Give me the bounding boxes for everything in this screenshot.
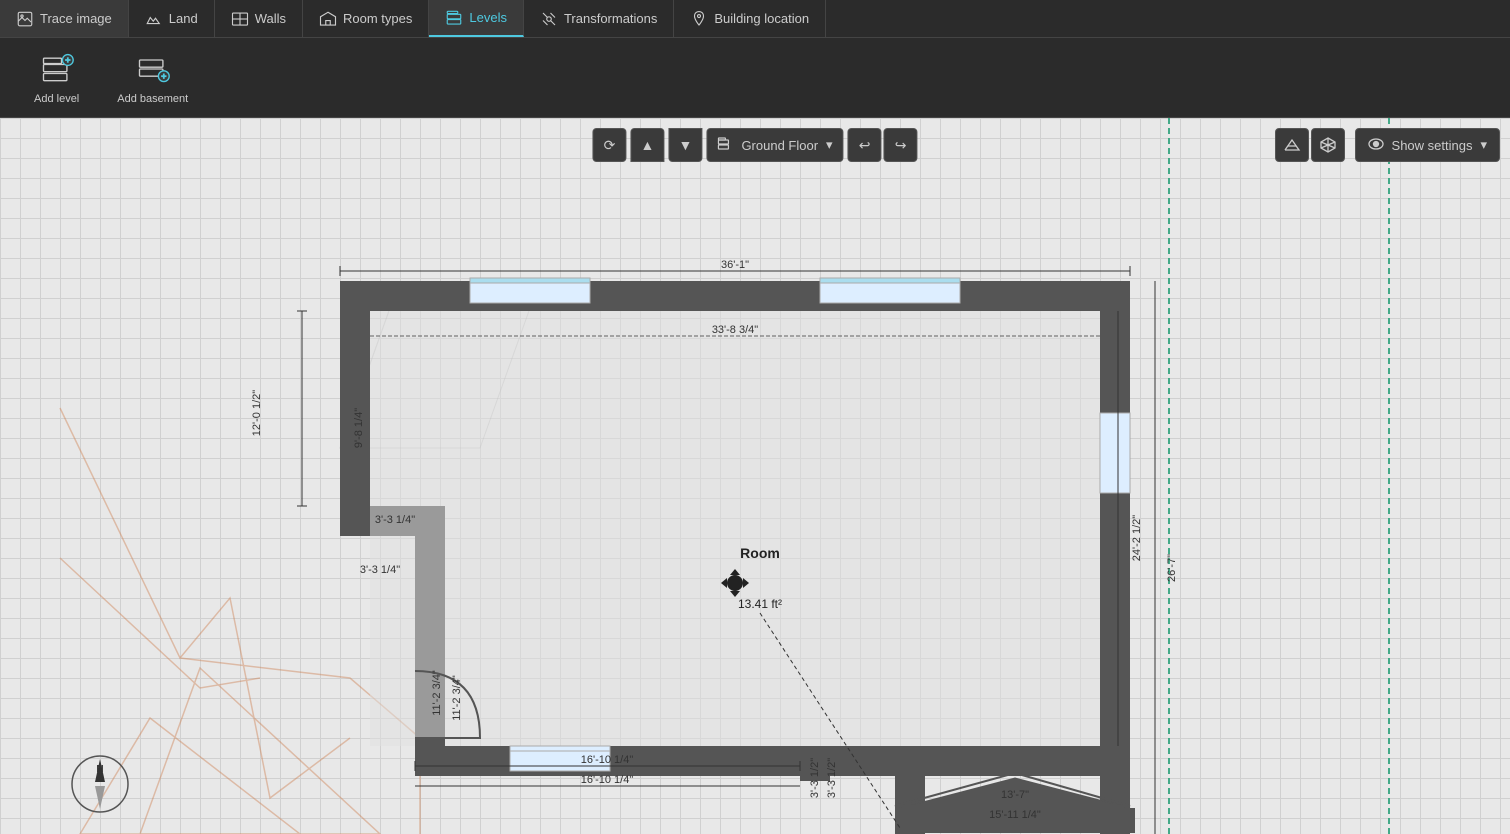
room-area: 13.41 ft² bbox=[738, 597, 782, 611]
redo-button[interactable]: ↪ bbox=[884, 128, 918, 162]
level-icon bbox=[717, 136, 733, 155]
wall-right-lower bbox=[1100, 746, 1130, 834]
transformations-icon bbox=[540, 10, 558, 28]
nav-building-location[interactable]: Building location bbox=[674, 0, 826, 37]
nav-trace-image[interactable]: Trace image bbox=[0, 0, 129, 37]
undo-redo-group: ↩ ↪ bbox=[848, 128, 918, 162]
nav-transformations-label: Transformations bbox=[564, 11, 657, 26]
dim-far-r: 13'-7" bbox=[1001, 789, 1029, 801]
nav-transformations[interactable]: Transformations bbox=[524, 0, 674, 37]
add-basement-button[interactable]: Add basement bbox=[103, 43, 202, 113]
nav-room-types[interactable]: Room types bbox=[303, 0, 429, 37]
add-level-button[interactable]: Add level bbox=[20, 43, 93, 113]
building-location-icon bbox=[690, 10, 708, 28]
secondary-toolbar: Add level Add basement bbox=[0, 38, 1510, 118]
image-icon bbox=[16, 10, 34, 28]
dim-left-height: 12'-0 1/2" bbox=[251, 390, 263, 436]
nav-land-label: Land bbox=[169, 11, 198, 26]
floor-plan-svg: 36'-1" 33'-8 3/4" 12'-0 1/2" 9'-8 1/4" 3… bbox=[0, 118, 1510, 834]
wall-left-upper bbox=[340, 281, 370, 506]
nav-walls-label: Walls bbox=[255, 11, 286, 26]
canvas-floating-toolbar: ⟳ ▲ ▼ Ground Floor ▾ ↩ ↪ bbox=[592, 128, 917, 162]
dim-step-width-2: 3'-3 1/4" bbox=[360, 564, 400, 576]
refresh-icon: ⟳ bbox=[604, 137, 616, 154]
nav-trace-image-label: Trace image bbox=[40, 11, 112, 26]
level-up-button[interactable]: ▲ bbox=[630, 128, 664, 162]
add-level-icon bbox=[39, 51, 75, 87]
svg-text:N: N bbox=[96, 764, 103, 775]
nav-levels[interactable]: Levels bbox=[429, 0, 524, 37]
canvas-area: ⟳ ▲ ▼ Ground Floor ▾ ↩ ↪ bbox=[0, 118, 1510, 834]
room-types-icon bbox=[319, 10, 337, 28]
dropdown-arrow-icon: ▾ bbox=[826, 137, 833, 153]
current-level-label: Ground Floor bbox=[741, 138, 818, 153]
nav-levels-label: Levels bbox=[469, 10, 507, 25]
levels-icon bbox=[445, 9, 463, 27]
dim-br-2: 3'-3 1/2" bbox=[826, 758, 838, 798]
dim-bottom-left-v: 11'-2 3/4" bbox=[431, 670, 443, 716]
dim-right-h2: 26'-7" bbox=[1166, 554, 1178, 582]
wall-top bbox=[340, 281, 1130, 311]
show-settings-button[interactable]: Show settings ▾ bbox=[1355, 128, 1500, 162]
land-icon bbox=[145, 10, 163, 28]
dim-top-width: 36'-1" bbox=[721, 259, 749, 271]
top-navigation: Trace image Land Walls Room types bbox=[0, 0, 1510, 38]
show-settings-chevron-icon: ▾ bbox=[1480, 137, 1487, 153]
window-right bbox=[1100, 413, 1130, 493]
chevron-down-icon: ▼ bbox=[679, 137, 693, 153]
dim-bottom-w1: 16'-10 1/4" bbox=[581, 754, 634, 766]
compass: N bbox=[70, 754, 130, 814]
chevron-up-icon: ▲ bbox=[641, 137, 655, 153]
dim-right-h1: 24'-2 1/2" bbox=[1131, 515, 1143, 561]
room-fill bbox=[370, 311, 1100, 746]
dim-far-r2: 15'-11 1/4" bbox=[989, 809, 1041, 821]
wall-vert-right-lower bbox=[895, 746, 925, 834]
level-down-button[interactable]: ▼ bbox=[668, 128, 702, 162]
eye-icon bbox=[1368, 136, 1384, 155]
dim-bottom-w2: 16'-10 1/4" bbox=[581, 774, 634, 786]
add-level-label: Add level bbox=[34, 93, 79, 105]
dim-inner-left: 9'-8 1/4" bbox=[353, 408, 365, 448]
undo-button[interactable]: ↩ bbox=[848, 128, 882, 162]
undo-icon: ↩ bbox=[859, 137, 871, 154]
view-mode-group bbox=[1275, 128, 1345, 162]
level-dropdown[interactable]: Ground Floor ▾ bbox=[706, 128, 843, 162]
redo-icon: ↪ bbox=[895, 137, 907, 154]
dim-step-width-1: 3'-3 1/4" bbox=[375, 514, 415, 526]
add-basement-label: Add basement bbox=[117, 93, 188, 105]
nav-land[interactable]: Land bbox=[129, 0, 215, 37]
nav-room-types-label: Room types bbox=[343, 11, 412, 26]
dim-inner-top: 33'-8 3/4" bbox=[712, 324, 758, 336]
refresh-button[interactable]: ⟳ bbox=[592, 128, 626, 162]
2d-view-button[interactable] bbox=[1275, 128, 1309, 162]
dim-bottom-inner-v: 11'-2 3/4" bbox=[451, 675, 463, 721]
nav-building-location-label: Building location bbox=[714, 11, 809, 26]
nav-walls[interactable]: Walls bbox=[215, 0, 303, 37]
3d-view-button[interactable] bbox=[1311, 128, 1345, 162]
add-basement-icon bbox=[135, 51, 171, 87]
dim-br-1: 3'-3 1/2" bbox=[809, 758, 821, 798]
room-label: Room bbox=[740, 545, 780, 561]
show-settings-label: Show settings bbox=[1392, 138, 1473, 153]
wall-right bbox=[1100, 281, 1130, 781]
walls-icon bbox=[231, 10, 249, 28]
